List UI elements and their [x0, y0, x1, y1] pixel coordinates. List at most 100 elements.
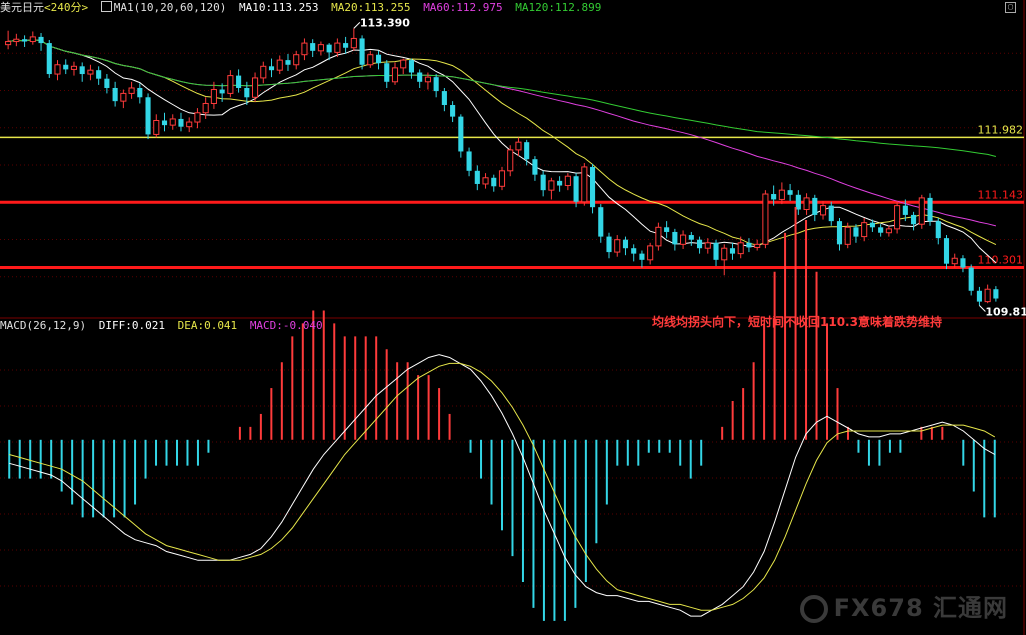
candle-body: [606, 236, 612, 253]
ma-icon: [100, 1, 112, 12]
candle-body: [87, 69, 94, 75]
candle: [46, 39, 52, 78]
ma60-label: MA60:112.975: [423, 1, 503, 14]
candle-body: [581, 166, 588, 203]
candle-body: [960, 258, 966, 268]
candle-body: [885, 228, 892, 234]
candle-body: [993, 289, 999, 299]
candle-body: [771, 194, 777, 200]
candle-body: [54, 64, 61, 75]
candle-body: [301, 42, 308, 56]
candle-body: [762, 193, 769, 245]
candle-body: [639, 253, 645, 260]
candle-body: [524, 142, 530, 160]
watermark: FX678 汇通网: [799, 588, 1008, 623]
candle-body: [219, 89, 225, 94]
candle-body: [359, 38, 365, 65]
candle-body: [844, 226, 851, 245]
candle-body: [911, 214, 917, 225]
candle-body: [29, 36, 36, 43]
candle-body: [202, 102, 209, 114]
candle-body: [894, 205, 901, 230]
candle-body: [918, 197, 925, 225]
candle-body: [153, 119, 160, 135]
period-label[interactable]: <240分>: [44, 1, 88, 14]
candle-body: [819, 205, 827, 216]
price-label: 113.390: [360, 16, 410, 29]
candle: [498, 166, 506, 191]
candle: [968, 264, 974, 296]
panel-toggle-icon[interactable]: ▢: [1005, 2, 1016, 13]
candle: [589, 163, 596, 214]
watermark-text: FX678 汇通网: [833, 594, 1008, 622]
candle-body: [557, 180, 563, 186]
candle-body: [5, 41, 12, 46]
candle-body: [697, 239, 703, 249]
candle-body: [828, 205, 834, 222]
price-header: 美元日元<240分> MA1(10,20,60,120) MA10:113.25…: [0, 0, 607, 16]
candle: [927, 193, 933, 226]
candle: [762, 190, 769, 249]
candle-body: [943, 238, 950, 264]
candle-body: [79, 66, 85, 75]
candle-body: [417, 72, 423, 82]
ma20-label: MA20:113.255: [331, 1, 411, 14]
candle-body: [935, 221, 941, 239]
candle-body: [391, 67, 399, 83]
candle: [359, 35, 365, 70]
candle-body: [120, 92, 127, 102]
candle-body: [70, 65, 78, 70]
candle-body: [236, 75, 242, 88]
candle: [145, 93, 151, 140]
candle-body: [450, 105, 456, 117]
candle-body: [746, 242, 752, 248]
candle-body: [268, 66, 275, 71]
candle-body: [186, 121, 193, 128]
candle-body: [680, 234, 687, 245]
candle-body: [194, 112, 201, 123]
candle-body: [38, 36, 44, 44]
candle-body: [210, 89, 217, 104]
candle-body: [112, 87, 118, 102]
candle-body: [737, 242, 744, 255]
candle-body: [861, 222, 868, 238]
candle-body: [384, 63, 390, 82]
candle-body: [729, 248, 736, 254]
candle-body: [869, 222, 875, 228]
candle-body: [400, 59, 407, 69]
price-label: 109.810: [985, 305, 1026, 318]
candle-body: [968, 267, 974, 291]
candle-body: [46, 43, 52, 75]
candle-body: [902, 205, 908, 215]
candle-body: [548, 180, 555, 191]
level-label: 111.143: [978, 188, 1024, 201]
macd-value-label: MACD:-0.040: [249, 319, 323, 332]
candle-body: [244, 87, 250, 98]
candle-body: [589, 166, 596, 208]
candle-body: [22, 39, 28, 42]
candle-body: [482, 177, 489, 185]
candle-body: [137, 87, 143, 98]
candle-body: [310, 43, 316, 51]
candle-body: [227, 75, 234, 94]
candle-body: [491, 177, 497, 187]
candle-body: [293, 54, 300, 66]
candle-body: [334, 42, 341, 53]
candle-body: [672, 231, 678, 245]
candle-body: [104, 78, 110, 88]
candle-body: [614, 239, 621, 253]
ma10-label: MA10:113.253: [238, 1, 319, 14]
candle-body: [285, 60, 291, 65]
candle-body: [812, 197, 818, 215]
ma-params-label: MA1(10,20,60,120): [113, 1, 227, 14]
macd-header: MACD(26,12,9) DIFF:0.021 DEA:0.041 MACD:…: [0, 318, 329, 334]
candle-body: [276, 59, 283, 71]
candle-body: [96, 70, 102, 79]
candle-body: [951, 257, 958, 265]
candle-body: [664, 227, 670, 232]
candle-body: [408, 60, 415, 73]
candle-body: [622, 239, 629, 249]
candle: [918, 194, 925, 229]
ma120-label: MA120:112.899: [515, 1, 602, 14]
candle-body: [984, 288, 991, 303]
